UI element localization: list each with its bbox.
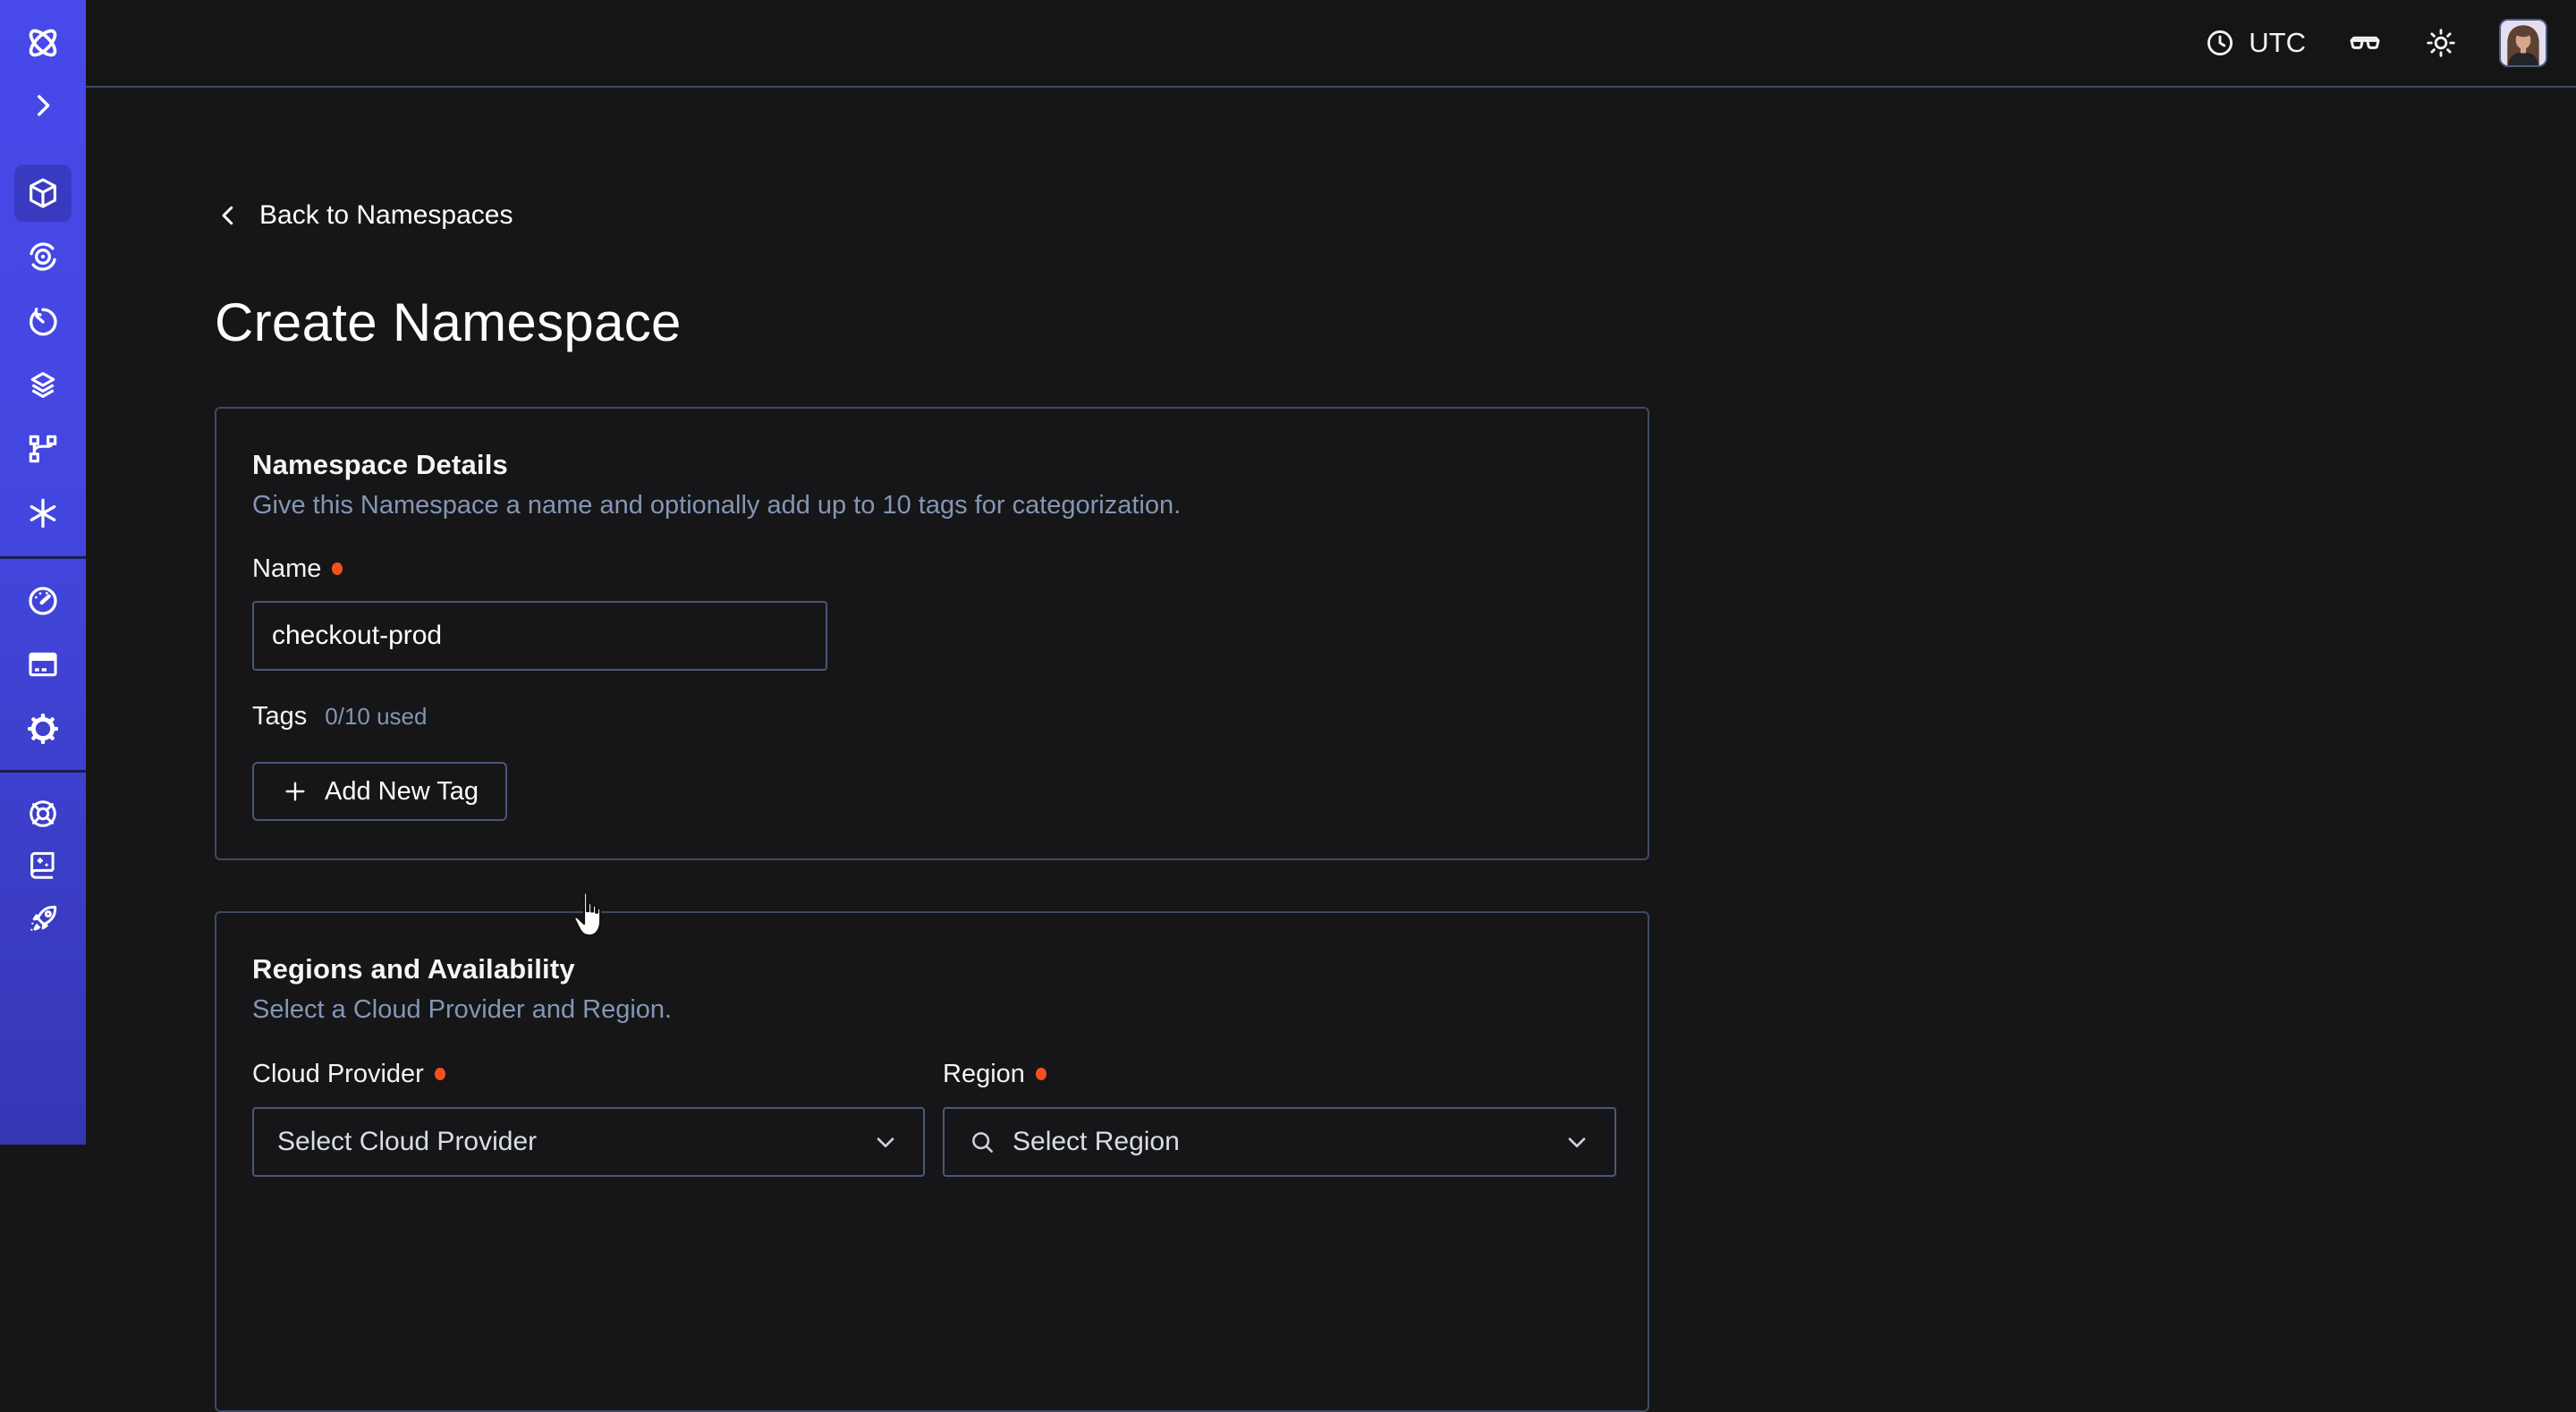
cloud-provider-field: Cloud Provider Select Cloud Provider <box>252 1056 925 1177</box>
theme-toggle-button[interactable] <box>2424 26 2458 60</box>
back-link-label: Back to Namespaces <box>259 200 513 231</box>
sidebar <box>0 0 86 1145</box>
plus-icon <box>281 777 309 806</box>
sidebar-item-deployments[interactable] <box>14 420 72 478</box>
add-tag-label: Add New Tag <box>325 777 479 807</box>
chevron-down-icon <box>871 1128 900 1156</box>
provider-region-grid: Cloud Provider Select Cloud Provider Reg… <box>252 1056 1612 1177</box>
sidebar-item-usage[interactable] <box>14 572 72 630</box>
regions-availability-card: Regions and Availability Select a Cloud … <box>215 911 1649 1412</box>
book-sparkles-icon <box>26 848 60 882</box>
swirl-eye-icon <box>25 239 61 275</box>
topbar: UTC <box>86 0 2576 88</box>
name-label-row: Name <box>252 551 1612 587</box>
timer-clock-icon <box>25 304 61 340</box>
chevron-left-icon <box>215 202 242 229</box>
region-select[interactable]: Select Region <box>943 1107 1616 1177</box>
gauge-icon <box>25 583 61 619</box>
credit-card-icon <box>25 647 61 682</box>
sidebar-item-docs[interactable] <box>14 836 72 893</box>
cloud-provider-label: Cloud Provider <box>252 1056 424 1092</box>
clock-icon <box>2204 27 2236 59</box>
glasses-icon <box>2347 25 2383 61</box>
add-new-tag-button[interactable]: Add New Tag <box>252 762 507 821</box>
sidebar-item-getting-started[interactable] <box>14 891 72 948</box>
lifebuoy-icon <box>26 797 60 831</box>
branch-pipeline-icon <box>25 431 61 467</box>
user-avatar[interactable] <box>2499 19 2547 67</box>
main-content: Back to Namespaces Create Namespace Name… <box>86 89 2576 1145</box>
region-label: Region <box>943 1056 1025 1092</box>
cloud-provider-label-row: Cloud Provider <box>252 1056 925 1092</box>
region-field: Region Select Region <box>943 1056 1616 1177</box>
sidebar-item-settings[interactable] <box>14 700 72 757</box>
timezone-selector[interactable]: UTC <box>2204 27 2306 59</box>
chevron-down-icon <box>1563 1128 1591 1156</box>
sidebar-item-nexus[interactable] <box>14 357 72 414</box>
temporal-logo-icon <box>14 14 72 72</box>
required-dot <box>1036 1068 1046 1080</box>
layers-icon <box>25 368 61 403</box>
region-placeholder: Select Region <box>1013 1127 1180 1157</box>
tags-counter: 0/10 used <box>325 703 427 731</box>
sun-icon <box>2424 26 2458 60</box>
namespace-name-input[interactable] <box>252 601 827 671</box>
card-title: Regions and Availability <box>252 951 1612 988</box>
asterisk-icon <box>25 495 61 531</box>
back-to-namespaces-link[interactable]: Back to Namespaces <box>215 200 513 231</box>
page-title: Create Namespace <box>215 293 2576 352</box>
sidebar-item-schedules[interactable] <box>14 293 72 351</box>
card-subtitle: Give this Namespace a name and optionall… <box>252 487 1612 523</box>
name-label: Name <box>252 551 321 587</box>
reader-mode-button[interactable] <box>2347 25 2383 61</box>
avatar-image <box>2501 21 2546 65</box>
sidebar-item-monitor[interactable] <box>14 228 72 285</box>
sidebar-expand-button[interactable] <box>14 77 72 134</box>
sidebar-divider <box>0 556 86 559</box>
sidebar-item-namespaces[interactable] <box>14 165 72 222</box>
card-subtitle: Select a Cloud Provider and Region. <box>252 992 1612 1027</box>
cloud-provider-placeholder: Select Cloud Provider <box>277 1127 537 1157</box>
sidebar-divider <box>0 770 86 773</box>
sidebar-item-billing[interactable] <box>14 636 72 693</box>
cube-icon <box>25 175 61 211</box>
sidebar-item-support[interactable] <box>14 785 72 842</box>
namespace-details-card: Namespace Details Give this Namespace a … <box>215 407 1649 860</box>
required-dot <box>332 562 343 575</box>
gear-icon <box>25 711 61 747</box>
timezone-label: UTC <box>2249 27 2306 59</box>
required-dot <box>435 1068 445 1080</box>
cloud-provider-select[interactable]: Select Cloud Provider <box>252 1107 925 1177</box>
sidebar-item-batch[interactable] <box>14 485 72 542</box>
search-icon <box>968 1128 996 1156</box>
rocket-icon <box>26 902 60 936</box>
card-title: Namespace Details <box>252 446 1612 484</box>
tags-label-row: Tags 0/10 used <box>252 698 1612 734</box>
region-label-row: Region <box>943 1056 1616 1092</box>
tags-label: Tags <box>252 698 307 734</box>
